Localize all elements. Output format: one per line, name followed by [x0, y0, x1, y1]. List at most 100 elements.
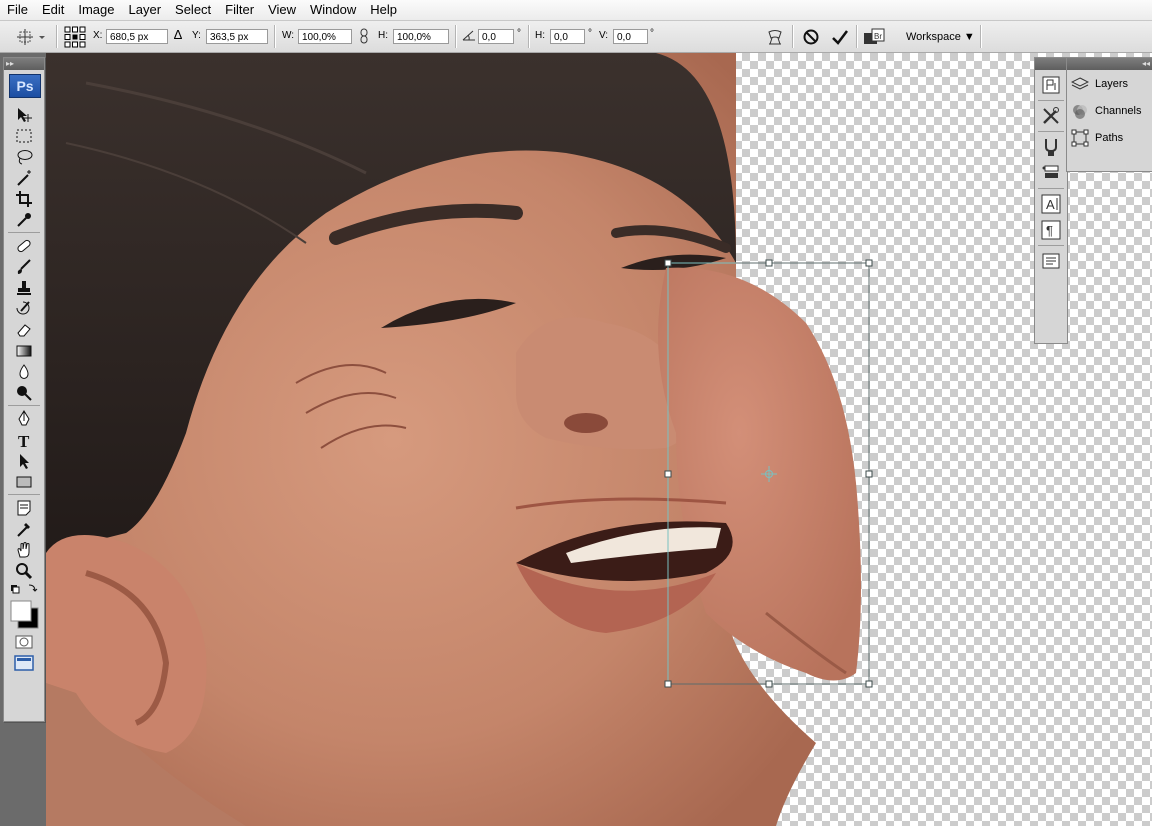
- tool-preset-picker[interactable]: [12, 21, 46, 52]
- bridge-button[interactable]: Br: [863, 21, 887, 52]
- zoom-tool[interactable]: [4, 560, 44, 581]
- panel-item-layers[interactable]: Layers: [1067, 70, 1152, 97]
- tools-panel-grip[interactable]: ▸▸: [4, 58, 44, 70]
- paths-icon: [1071, 129, 1089, 147]
- clone-stamp-tool[interactable]: [4, 277, 44, 298]
- panel-item-paths[interactable]: Paths: [1067, 124, 1152, 151]
- free-transform-box[interactable]: [46, 53, 1152, 826]
- hand-tool[interactable]: [4, 539, 44, 560]
- horizontal-skew-field[interactable]: 0,0: [550, 29, 585, 44]
- lasso-tool[interactable]: [4, 146, 44, 167]
- quick-mask-icon: [15, 635, 33, 648]
- color-swatches[interactable]: [4, 597, 44, 631]
- svg-text:A: A: [1046, 197, 1055, 212]
- panel-group-grip[interactable]: ◂◂: [1067, 58, 1152, 70]
- menu-image[interactable]: Image: [71, 0, 121, 20]
- paragraph-panel-button[interactable]: ¶: [1039, 219, 1063, 241]
- blur-tool[interactable]: [4, 361, 44, 382]
- degree-symbol: °: [650, 28, 654, 39]
- menu-layer[interactable]: Layer: [122, 0, 169, 20]
- move-tool[interactable]: [4, 104, 44, 125]
- tools-panel: ▸▸ Ps T: [3, 57, 45, 722]
- width-label: W:: [282, 30, 295, 41]
- healing-brush-tool[interactable]: [4, 235, 44, 256]
- eyedropper-sample-tool[interactable]: [4, 518, 44, 539]
- actions-icon: [1042, 165, 1059, 178]
- panel-item-label: Layers: [1095, 77, 1129, 90]
- workspace-menu[interactable]: Workspace ▼: [906, 21, 975, 52]
- dock-separator: [1038, 131, 1064, 132]
- toolbox-separator: [8, 405, 40, 406]
- menu-edit[interactable]: Edit: [35, 0, 71, 20]
- svg-text:Br: Br: [874, 32, 882, 41]
- layers-panel-group: ◂◂ Layers Channels Paths: [1066, 57, 1152, 172]
- x-position-field[interactable]: 680,5 px: [106, 29, 168, 44]
- eyedropper-tool[interactable]: [4, 209, 44, 230]
- history-brush-icon: [16, 300, 30, 314]
- options-separator: [792, 25, 794, 48]
- link-proportions-icon[interactable]: [359, 28, 369, 47]
- y-position-field[interactable]: 363,5 px: [206, 29, 268, 44]
- screen-mode-button[interactable]: [4, 652, 44, 673]
- character-panel-button[interactable]: A: [1039, 193, 1063, 215]
- menu-help[interactable]: Help: [363, 0, 404, 20]
- width-scale-field[interactable]: 100,0%: [298, 29, 352, 44]
- type-tool[interactable]: T: [4, 429, 44, 450]
- rotate-field[interactable]: 0,0: [478, 29, 514, 44]
- menu-filter[interactable]: Filter: [218, 0, 261, 20]
- cancel-transform-button[interactable]: [802, 21, 820, 52]
- screen-mode-icon: [14, 654, 34, 671]
- notes-tool[interactable]: [4, 497, 44, 518]
- warp-mode-button[interactable]: [766, 21, 784, 52]
- foreground-background-swatch: [10, 600, 39, 629]
- shape-tool[interactable]: [4, 471, 44, 492]
- document-canvas[interactable]: [46, 53, 1152, 826]
- menu-window[interactable]: Window: [303, 0, 363, 20]
- dodge-tool[interactable]: [4, 382, 44, 403]
- tools-icon: [1043, 107, 1059, 124]
- reference-point-locator[interactable]: [64, 21, 86, 52]
- photoshop-logo[interactable]: Ps: [9, 74, 41, 98]
- default-colors-swap[interactable]: [4, 581, 44, 597]
- reference-point-crosshair[interactable]: [761, 466, 777, 482]
- options-separator: [455, 25, 457, 48]
- notes-panel-icon: [1042, 253, 1060, 269]
- hand-icon: [17, 541, 30, 557]
- crop-tool[interactable]: [4, 188, 44, 209]
- clone-source-panel-button[interactable]: [1039, 136, 1063, 158]
- warp-icon: [768, 29, 782, 44]
- options-separator: [274, 25, 276, 48]
- menu-select[interactable]: Select: [168, 0, 218, 20]
- gradient-tool[interactable]: [4, 340, 44, 361]
- brush-tool[interactable]: [4, 256, 44, 277]
- lasso-icon: [17, 149, 33, 164]
- marquee-tool[interactable]: [4, 125, 44, 146]
- dock-separator: [1038, 245, 1064, 246]
- path-selection-tool[interactable]: [4, 450, 44, 471]
- dock-grip[interactable]: [1035, 58, 1067, 70]
- quick-mask-button[interactable]: [4, 631, 44, 652]
- toolbox-separator: [8, 494, 40, 495]
- toolbox-separator: [8, 232, 40, 233]
- height-scale-field[interactable]: 100,0%: [393, 29, 449, 44]
- tool-presets-panel-button[interactable]: [1039, 105, 1063, 127]
- pen-icon: [18, 409, 30, 425]
- panel-item-channels[interactable]: Channels: [1067, 97, 1152, 124]
- svg-text:¶: ¶: [1046, 223, 1053, 238]
- vertical-skew-field[interactable]: 0,0: [613, 29, 648, 44]
- history-panel-button[interactable]: [1039, 74, 1063, 96]
- crop-icon: [16, 190, 32, 207]
- quick-selection-tool[interactable]: [4, 167, 44, 188]
- relative-position-icon[interactable]: ∆: [174, 27, 182, 42]
- notes-panel-button[interactable]: [1039, 250, 1063, 272]
- history-brush-tool[interactable]: [4, 298, 44, 319]
- actions-panel-button[interactable]: [1039, 162, 1063, 184]
- eraser-tool[interactable]: [4, 319, 44, 340]
- menu-file[interactable]: File: [0, 0, 35, 20]
- marquee-icon: [16, 129, 32, 142]
- commit-transform-button[interactable]: [831, 21, 849, 52]
- pen-tool[interactable]: [4, 408, 44, 429]
- menu-view[interactable]: View: [261, 0, 303, 20]
- cancel-icon: [803, 29, 819, 44]
- rectangle-shape-icon: [16, 476, 32, 487]
